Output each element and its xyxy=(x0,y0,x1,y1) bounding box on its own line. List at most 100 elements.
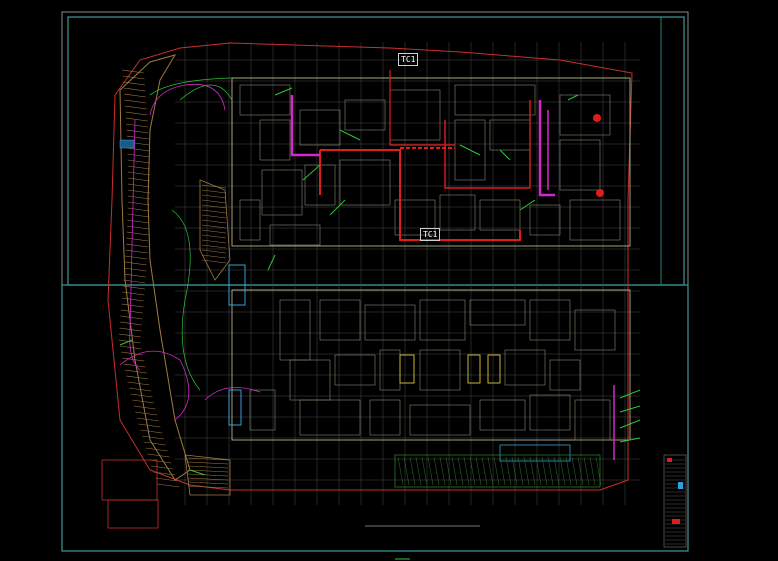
line-segment xyxy=(481,456,488,486)
line-segment xyxy=(397,456,404,486)
line-segment xyxy=(151,465,174,470)
line-segment xyxy=(274,87,293,96)
title-red-mark-2 xyxy=(672,519,680,524)
line-segment xyxy=(125,249,148,254)
yellow-room-1 xyxy=(399,354,415,384)
room-outline xyxy=(569,199,621,241)
line-segment xyxy=(589,456,596,486)
tc1-tag: TC1 xyxy=(398,53,419,66)
outer-frame xyxy=(61,11,689,552)
line-segment xyxy=(125,255,148,260)
line-segment xyxy=(187,477,229,481)
line-segment xyxy=(439,456,446,486)
room-outline xyxy=(454,84,536,116)
line-segment xyxy=(127,165,150,170)
room-outline xyxy=(419,349,461,391)
line-segment xyxy=(126,123,149,128)
tc1-tag-lower: TC1 xyxy=(420,228,441,241)
landscape-band-mid xyxy=(199,179,231,281)
line-segment xyxy=(201,214,227,219)
magenta-curve-4 xyxy=(204,387,261,401)
line-segment xyxy=(123,273,146,278)
line-segment xyxy=(201,249,227,254)
line-segment xyxy=(123,363,146,368)
room-outline xyxy=(239,84,291,116)
line-segment xyxy=(201,209,227,214)
line-segment xyxy=(201,204,227,209)
ramp-hatching-mid xyxy=(187,184,229,489)
room-outline xyxy=(299,109,341,146)
line-segment xyxy=(126,129,149,134)
red-symbol-2 xyxy=(596,189,604,197)
line-segment xyxy=(126,231,149,236)
title-block-lines xyxy=(665,459,685,545)
line-segment xyxy=(143,441,166,446)
ramp-hatching-left xyxy=(118,69,180,488)
line-segment xyxy=(267,254,276,271)
line-segment xyxy=(127,195,150,200)
line-segment xyxy=(427,456,434,486)
lower-rooms xyxy=(249,299,616,441)
line-segment xyxy=(201,234,227,239)
line-segment xyxy=(302,164,321,181)
line-segment xyxy=(445,456,452,486)
line-segment xyxy=(127,201,150,206)
line-segment xyxy=(201,254,227,259)
line-segment xyxy=(433,456,440,486)
room-outline xyxy=(289,359,331,401)
title-cyan-mark xyxy=(678,482,683,489)
line-segment xyxy=(187,473,229,477)
line-segment xyxy=(577,456,584,486)
line-segment xyxy=(463,456,470,486)
room-outline xyxy=(259,119,291,161)
line-segment xyxy=(123,87,146,92)
room-outline xyxy=(389,89,441,141)
line-segment xyxy=(120,315,143,320)
line-segment xyxy=(201,244,227,249)
title-red-mark xyxy=(667,458,672,462)
room-outline xyxy=(364,304,416,341)
line-segment xyxy=(329,199,346,216)
magenta-duct-1 xyxy=(290,95,320,157)
line-segment xyxy=(201,199,227,204)
line-segment xyxy=(127,381,150,386)
room-outline xyxy=(489,119,531,151)
line-segment xyxy=(127,159,150,164)
line-segment xyxy=(127,213,150,218)
green-garden xyxy=(394,454,601,488)
line-segment xyxy=(475,456,482,486)
cyan-block-3 xyxy=(119,139,135,149)
cyan-block-4 xyxy=(499,444,571,462)
cad-drawing-canvas xyxy=(61,11,689,560)
yellow-room-3 xyxy=(487,354,501,384)
line-segment xyxy=(201,224,227,229)
room-outline xyxy=(529,299,571,341)
line-segment xyxy=(201,229,227,234)
red-zone-1 xyxy=(320,149,521,241)
magenta-curve-3 xyxy=(119,350,190,421)
room-outline xyxy=(504,349,546,386)
line-segment xyxy=(126,237,149,242)
line-segment xyxy=(136,417,159,422)
room-outline xyxy=(369,399,401,436)
room-outline xyxy=(239,199,261,241)
title-block xyxy=(663,454,687,548)
line-segment xyxy=(157,483,180,488)
line-segment xyxy=(122,75,145,80)
detail-block-bottom-left-2 xyxy=(107,499,159,529)
room-outline xyxy=(334,354,376,386)
lower-sheet-frame xyxy=(61,284,689,552)
line-segment xyxy=(127,177,151,182)
line-segment xyxy=(126,375,149,380)
garden-hatching xyxy=(397,456,602,486)
room-outline xyxy=(469,299,526,326)
line-segment xyxy=(201,194,227,199)
line-segment xyxy=(127,147,150,152)
line-segment xyxy=(120,309,143,314)
line-segment xyxy=(421,456,428,486)
line-segment xyxy=(127,207,150,212)
line-segment xyxy=(138,423,161,428)
line-segment xyxy=(123,93,147,98)
line-segment xyxy=(571,456,578,486)
line-segment xyxy=(125,111,148,116)
